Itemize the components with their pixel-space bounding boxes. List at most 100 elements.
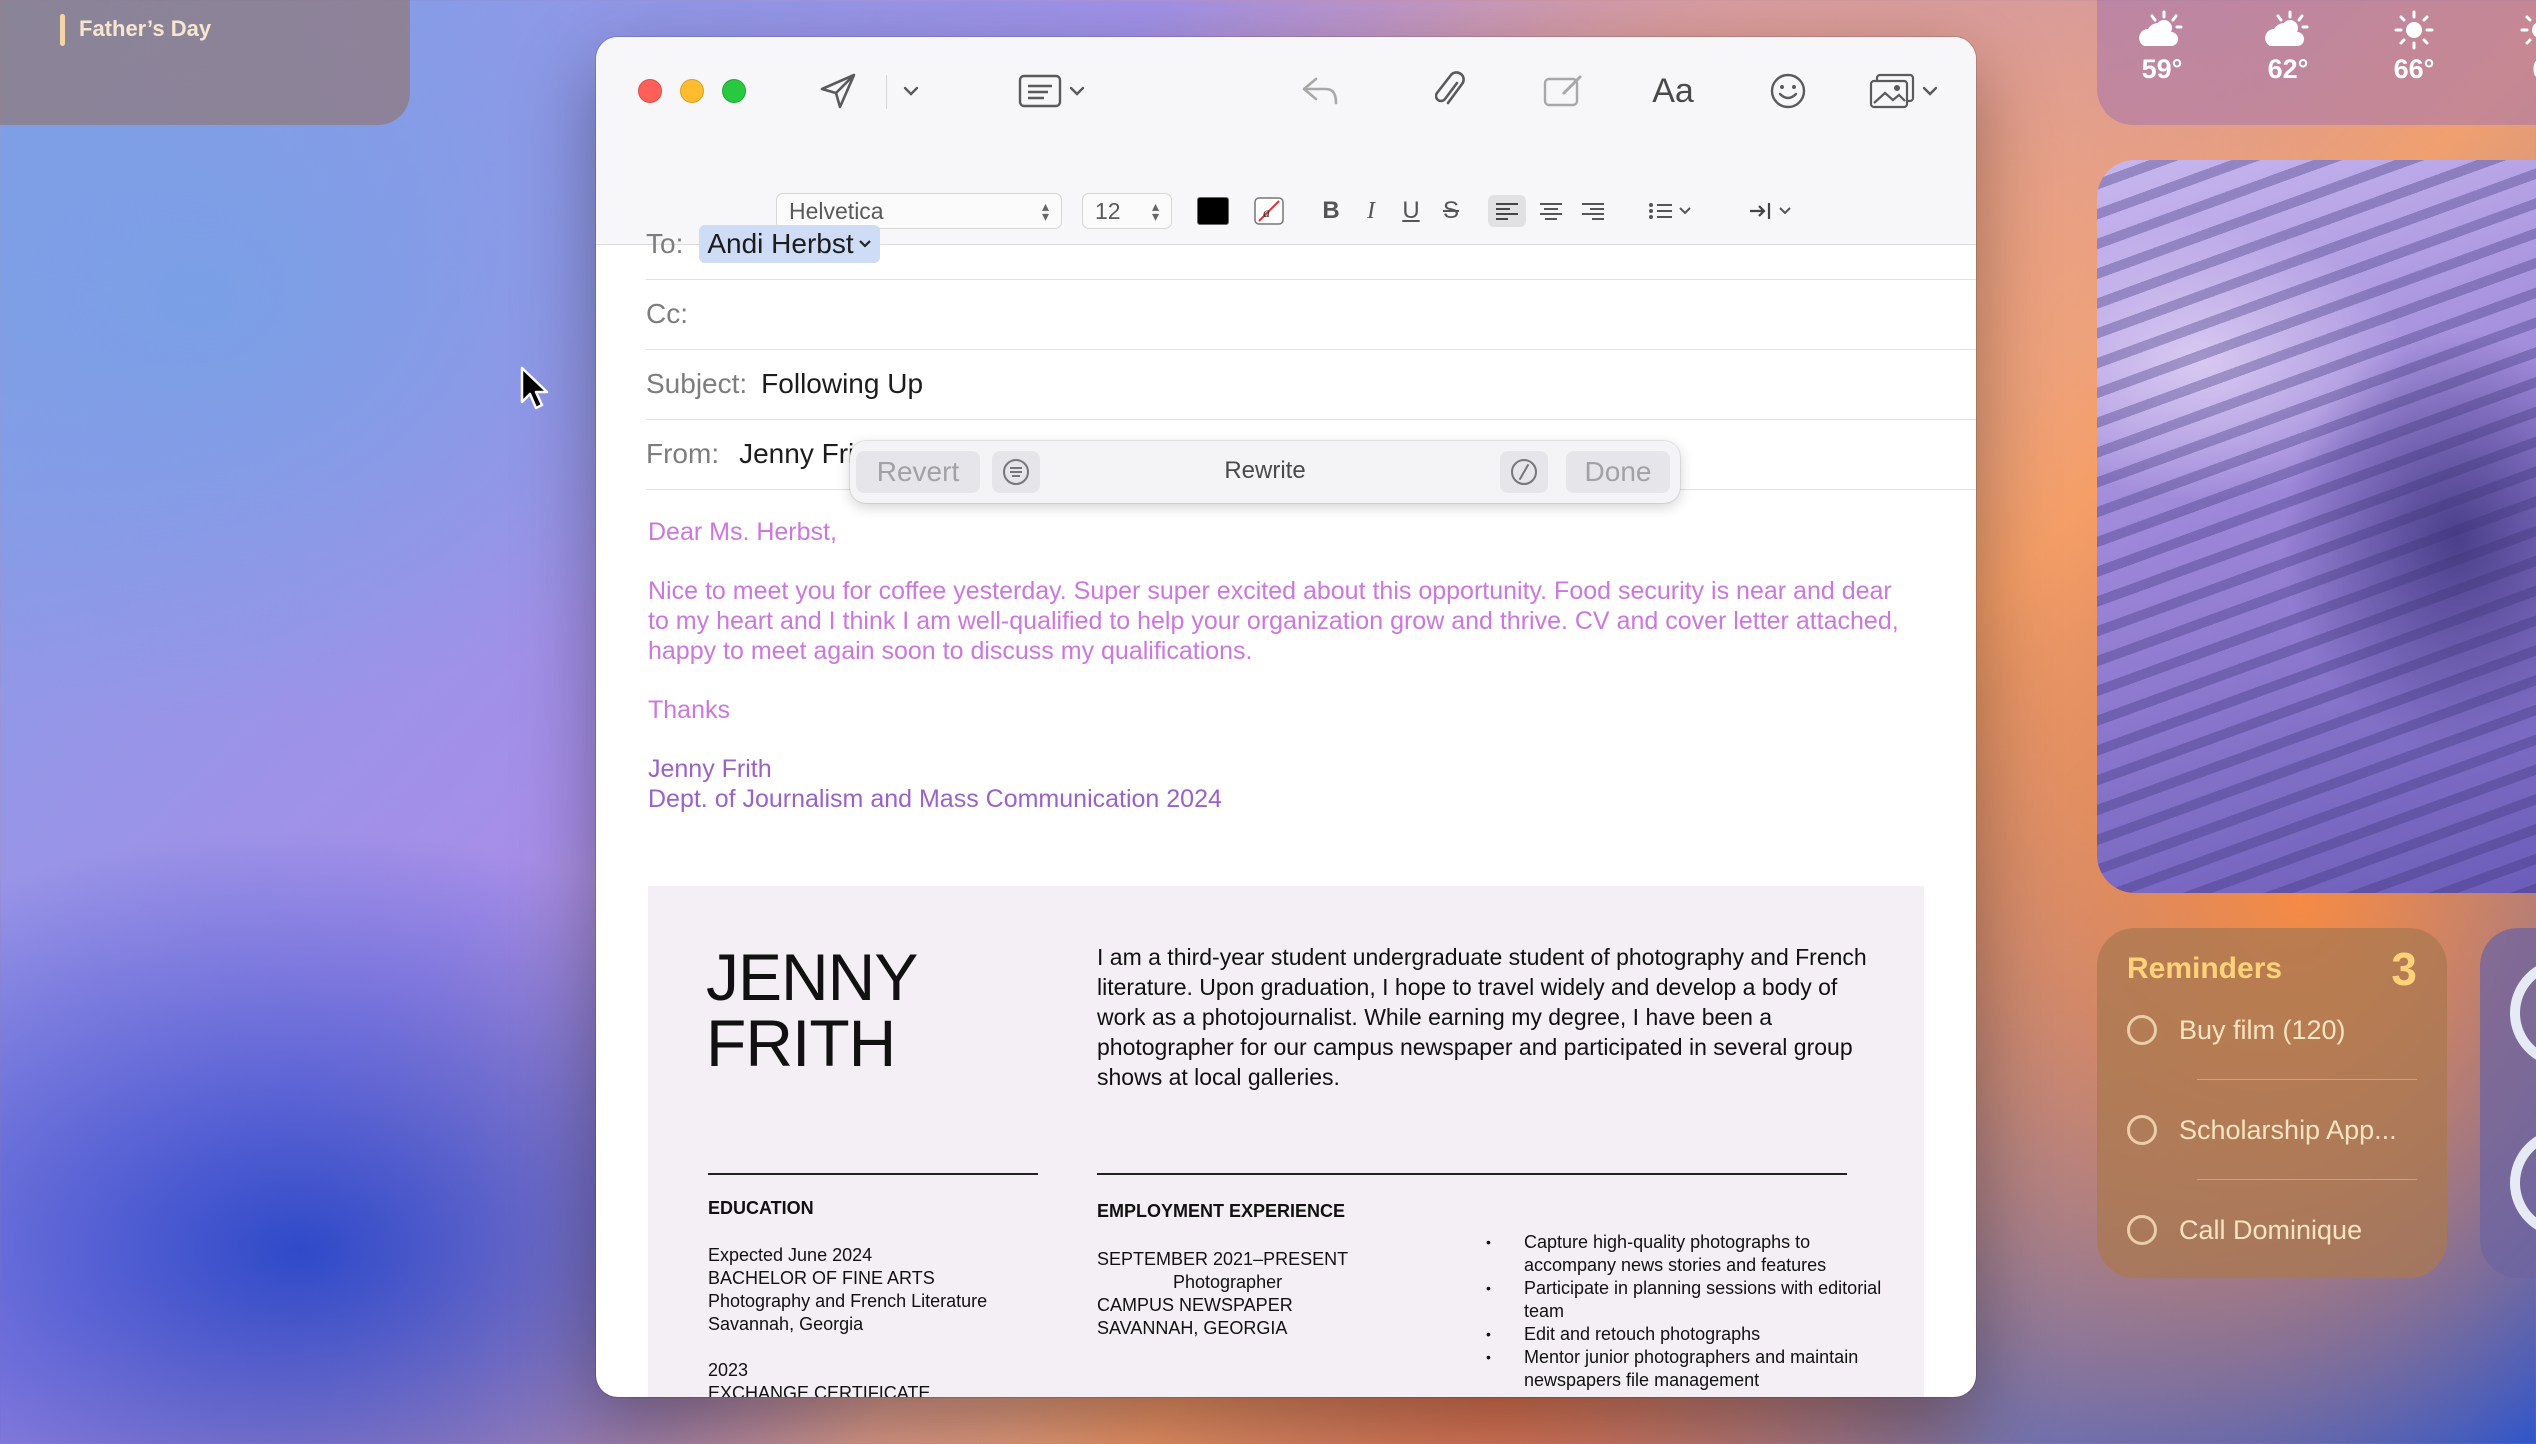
sun-icon [2394, 10, 2434, 50]
partly-cloudy-icon [2139, 10, 2183, 46]
email-greeting[interactable]: Dear Ms. Herbst, [648, 517, 1948, 547]
calendar-event: Father’s Day [79, 16, 212, 41]
reminder-item[interactable]: Scholarship App... [2127, 1110, 2397, 1150]
cv-edu-date: Expected June 2024 [708, 1245, 873, 1265]
photo-icon [1869, 73, 1915, 109]
cv-edu-field: Photography and French Literature [708, 1291, 988, 1311]
cv-education-heading: EDUCATION [708, 1198, 814, 1218]
markup-pencil-icon [1543, 75, 1582, 107]
cv-job-role: Photographer [1173, 1272, 1283, 1292]
sun-icon [2520, 15, 2536, 45]
cv-attachment[interactable]: JENNY FRITH I am a third-year student un… [648, 886, 1924, 1397]
refresh-circle-icon [1511, 459, 1537, 485]
send-options-button[interactable] [896, 67, 926, 115]
forecast-day: 59° [2117, 10, 2207, 85]
mail-compose-window[interactable]: Aa Helvetica ▴ ▾ 12 ▴ ▾ a B I U S To: An… [596, 37, 1976, 1397]
minimize-window-button[interactable] [680, 79, 704, 103]
recipient-token[interactable]: Andi Herbst [699, 225, 880, 263]
markup-button[interactable] [1539, 67, 1587, 115]
zoom-window-button[interactable] [722, 79, 746, 103]
email-paragraph-line[interactable]: to my heart and I think I am well-qualif… [648, 606, 1948, 636]
divider [2197, 1179, 2417, 1180]
mouse-cursor-icon [520, 366, 549, 410]
subject-row[interactable]: Subject: Following Up [646, 349, 1976, 420]
weather-widget[interactable]: 59° 62° 66° 6 [2097, 0, 2536, 125]
forecast-day: 6 [2495, 10, 2536, 85]
chevron-down-icon [1922, 86, 1938, 96]
recipient-name: Andi Herbst [707, 228, 854, 259]
forecast-temp: 6 [2495, 54, 2536, 85]
close-window-button[interactable] [638, 79, 662, 103]
reply-arrow-icon [1302, 77, 1338, 105]
cv-divider [708, 1173, 1038, 1175]
chevron-down-icon [903, 86, 919, 96]
calendar-widget[interactable]: Father’s Day [0, 0, 410, 125]
cv-edu-place: Savannah, Georgia [708, 1314, 864, 1334]
toolbar: Aa [596, 37, 1976, 147]
activity-ring-icon [2510, 1128, 2536, 1238]
checkbox-circle-icon[interactable] [2127, 1215, 2157, 1245]
paperclip-icon [1435, 71, 1465, 105]
cv-job-org: CAMPUS NEWSPAPER [1097, 1295, 1293, 1315]
cv-last-name: FRITH [706, 1006, 896, 1080]
reminders-widget[interactable]: Reminders 3 Buy film (120) Scholarship A… [2097, 928, 2447, 1278]
email-paragraph-line[interactable]: happy to meet again soon to discuss my q… [648, 636, 1948, 666]
email-closing[interactable]: Thanks [648, 695, 1948, 725]
checkbox-circle-icon[interactable] [2127, 1015, 2157, 1045]
emoji-button[interactable] [1764, 67, 1812, 115]
activity-ring-icon [2510, 958, 2536, 1068]
subject-label: Subject: [646, 368, 748, 399]
cv-name: JENNY FRITH [706, 940, 918, 1080]
header-fields-button[interactable] [1012, 67, 1092, 115]
smiley-face-icon [1770, 73, 1806, 109]
from-label: From: [646, 438, 720, 469]
reminder-item[interactable]: Call Dominique [2127, 1210, 2362, 1250]
from-value[interactable]: Jenny Fri [739, 438, 854, 470]
format-button[interactable]: Aa [1648, 67, 1698, 115]
cv-duty-item: Edit and retouch photographs [1486, 1323, 1886, 1346]
cv-employment-heading: EMPLOYMENT EXPERIENCE [1097, 1201, 1346, 1221]
rewrite-again-button[interactable] [1500, 451, 1548, 493]
forecast-temp: 62° [2267, 54, 2309, 84]
photo-widget[interactable] [2097, 160, 2536, 893]
subject-value[interactable]: Following Up [761, 368, 923, 400]
cv-job-duties: Capture high-quality photographs to acco… [1486, 1231, 1886, 1392]
list-rectangle-icon [1018, 74, 1062, 108]
activity-widget[interactable] [2480, 928, 2536, 1278]
forecast-temp: 59° [2141, 54, 2183, 84]
format-text-icon: Aa [1652, 71, 1694, 110]
checkbox-circle-icon[interactable] [2127, 1115, 2157, 1145]
partly-cloudy-icon [2265, 10, 2309, 46]
cv-job-place: SAVANNAH, GEORGIA [1097, 1318, 1288, 1338]
email-paragraph-line[interactable]: Nice to meet you for coffee yesterday. S… [648, 576, 1948, 606]
calendar-event-bar [60, 14, 65, 46]
cv-intro: I am a third-year student undergraduate … [1097, 944, 1867, 1090]
reminders-title: Reminders [2127, 952, 2283, 985]
cv-duty-item: Mentor junior photographers and maintain… [1486, 1346, 1886, 1392]
cv-divider [1097, 1173, 1847, 1175]
reminder-text: Buy film (120) [2179, 1014, 2346, 1045]
forecast-day: 62° [2243, 10, 2333, 85]
attach-button[interactable] [1426, 67, 1474, 115]
chevron-down-icon [1069, 86, 1085, 96]
photo-browser-button[interactable] [1864, 67, 1944, 115]
reminders-count: 3 [2391, 943, 2417, 995]
signature-dept[interactable]: Dept. of Journalism and Mass Communicati… [648, 784, 1948, 814]
paper-plane-icon [820, 73, 856, 109]
cc-label: Cc: [646, 298, 688, 329]
cv-edu-degree: BACHELOR OF FINE ARTS [708, 1268, 935, 1288]
reply-button[interactable] [1296, 67, 1344, 115]
rewrite-toolbar: Revert Rewrite Done [850, 441, 1680, 503]
chevron-down-icon [858, 240, 871, 248]
cv-job-dates: SEPTEMBER 2021–PRESENT [1097, 1249, 1349, 1269]
forecast-day: 66° [2369, 10, 2459, 85]
cv-edu2-year: 2023 [708, 1360, 749, 1380]
reminder-text: Call Dominique [2179, 1214, 2363, 1245]
cc-row[interactable]: Cc: [646, 279, 1976, 350]
cv-first-name: JENNY [706, 940, 918, 1014]
cv-edu2-title: EXCHANGE CERTIFICATE [708, 1383, 931, 1397]
done-button[interactable]: Done [1566, 451, 1670, 493]
signature-name[interactable]: Jenny Frith [648, 754, 1948, 784]
send-button[interactable] [814, 67, 862, 115]
reminder-item[interactable]: Buy film (120) [2127, 1010, 2346, 1050]
